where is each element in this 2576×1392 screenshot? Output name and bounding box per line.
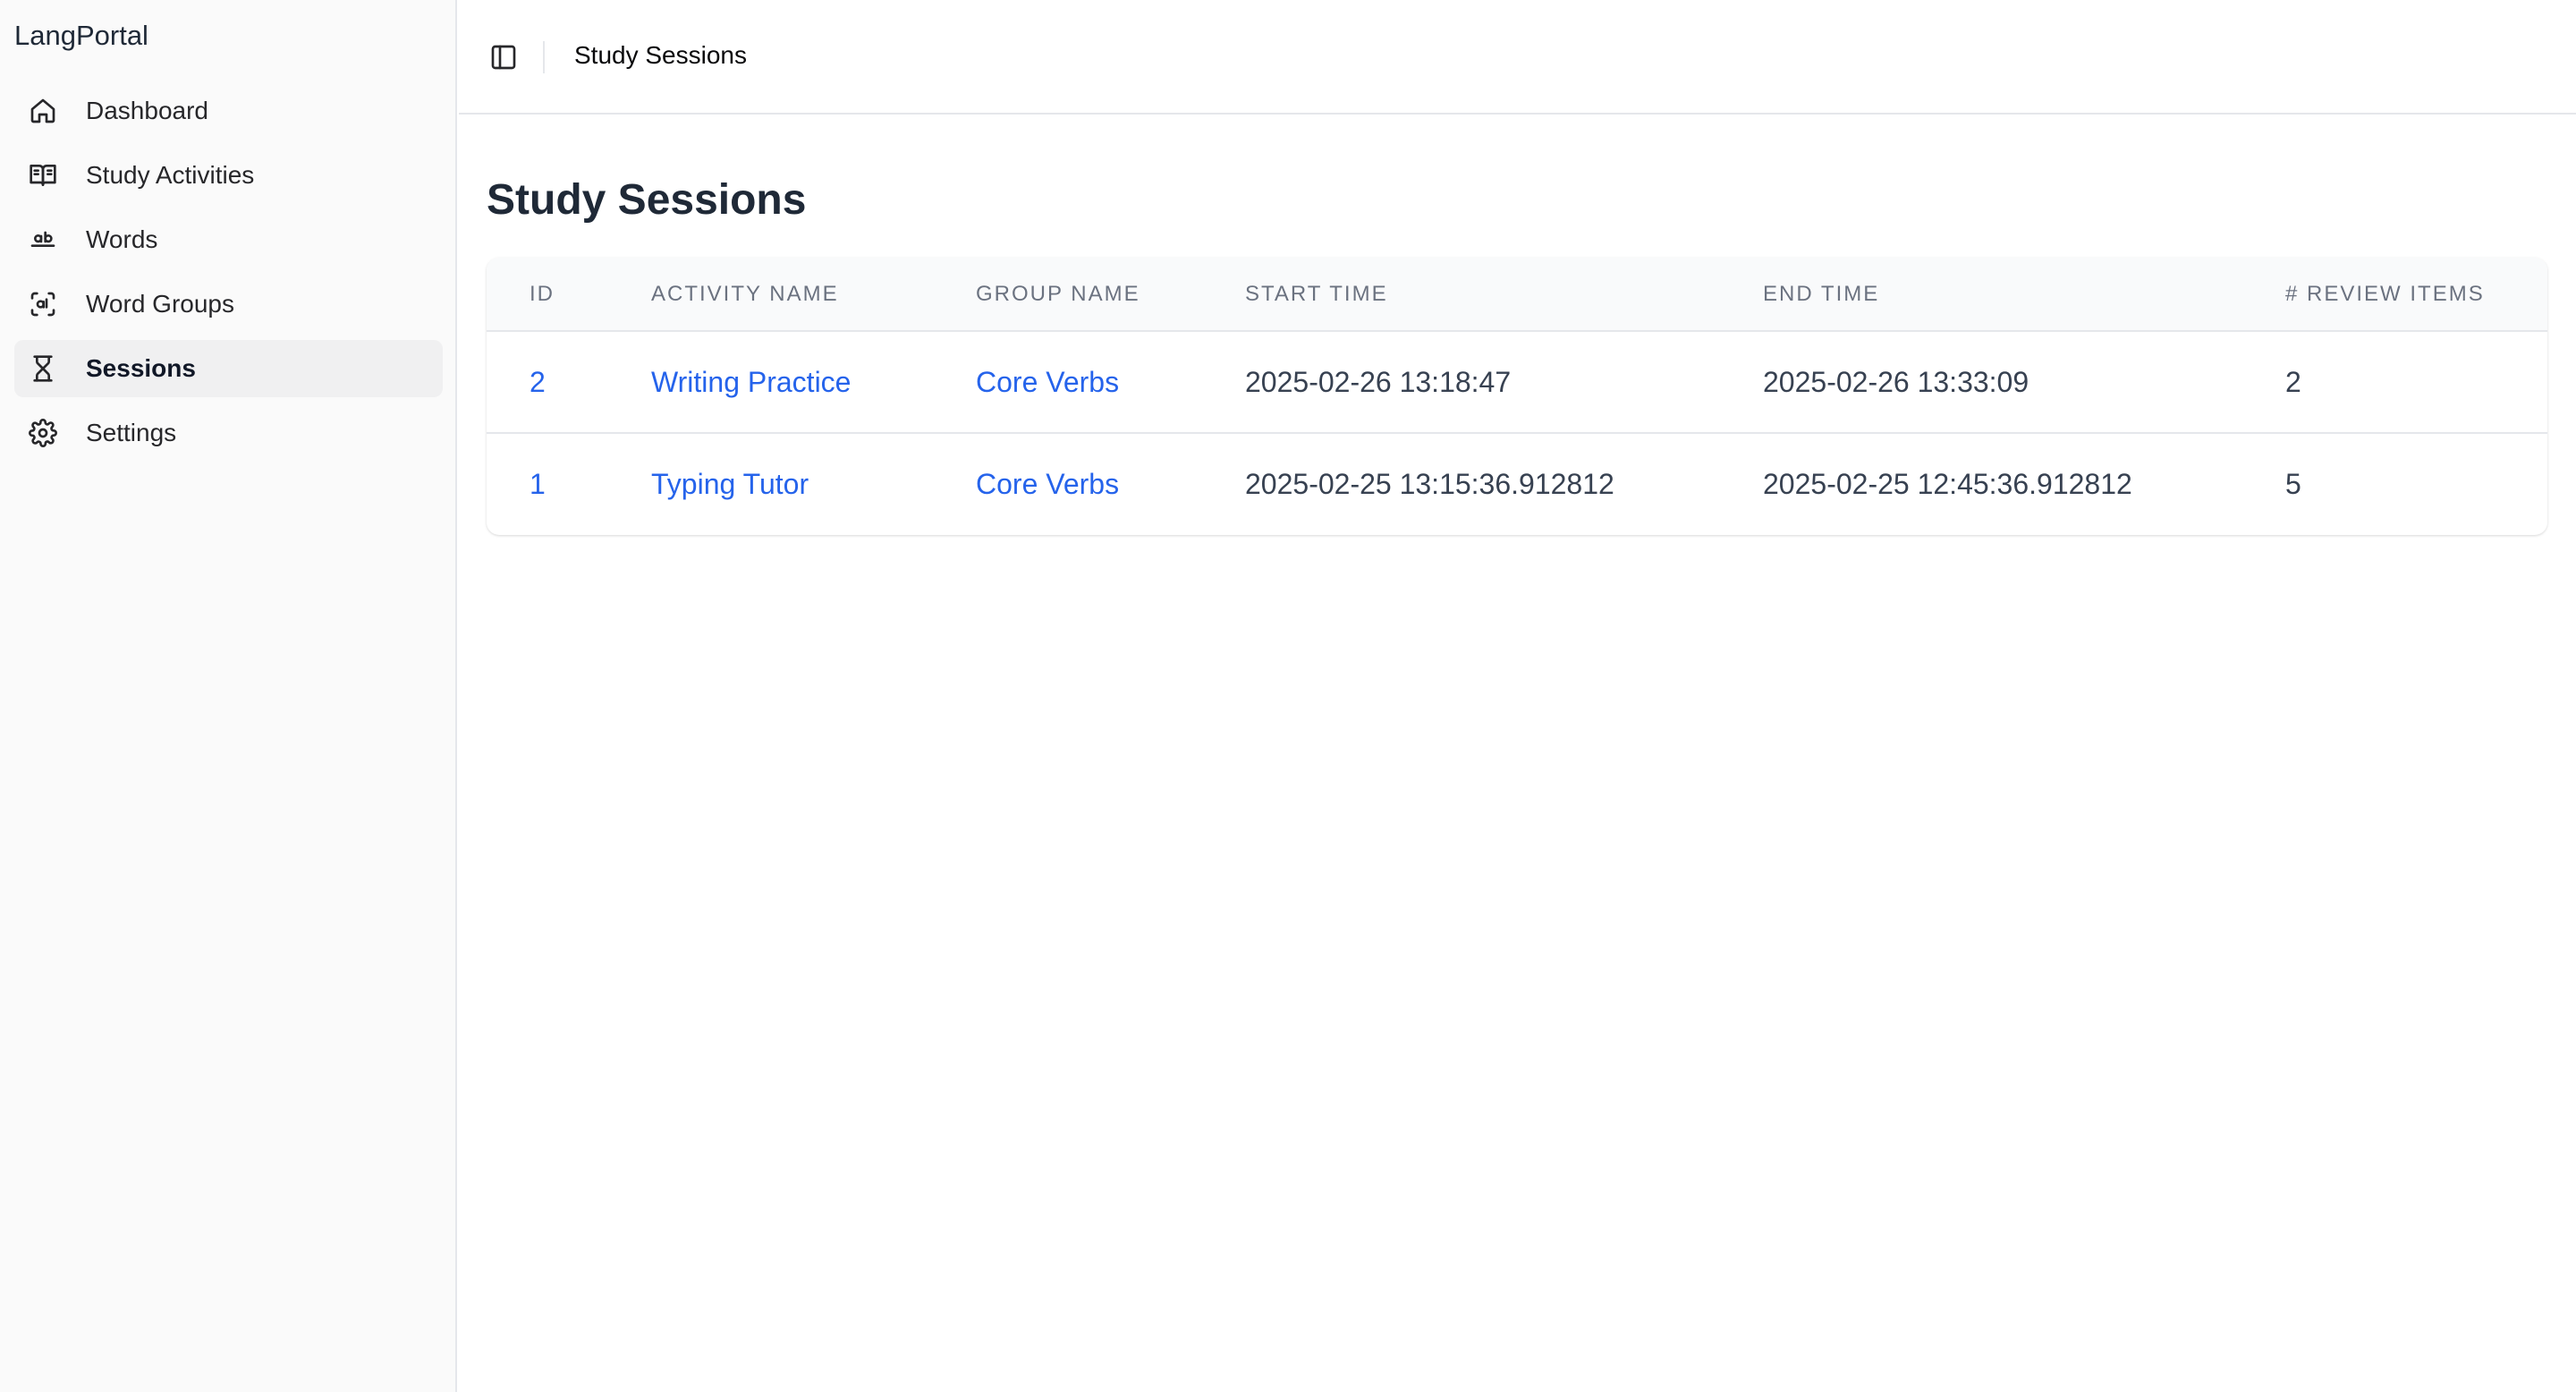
home-icon [29,97,57,125]
sidebar-toggle-button[interactable] [486,39,521,75]
sidebar-item-dashboard[interactable]: Dashboard [14,82,443,140]
column-header-start-time[interactable]: Start Time [1202,258,1720,331]
book-open-icon [29,161,57,190]
hourglass-icon [29,354,57,383]
sidebar-item-label: Sessions [86,354,196,382]
sidebar-item-label: Study Activities [86,161,255,189]
page-title: Study Sessions [487,176,807,224]
end-time-cell: 2025-02-26 13:33:09 [1763,365,2029,398]
column-header-end-time[interactable]: End Time [1720,258,2242,331]
sidebar-item-label: Word Groups [86,290,234,318]
sidebar-item-sessions[interactable]: Sessions [14,340,443,397]
column-header-group-name[interactable]: Group Name [933,258,1202,331]
group-name-link[interactable]: Core Verbs [933,433,1202,535]
alphabet-icon [29,225,57,254]
group-name-link[interactable]: Core Verbs [933,331,1202,433]
start-time-cell: 2025-02-25 13:15:36.912812 [1245,468,1614,500]
top-bar: Study Sessions [459,0,2576,115]
sessions-table: ID Activity Name Group Name Start Time E… [487,258,2547,535]
end-time-cell: 2025-02-25 12:45:36.912812 [1763,468,2132,500]
sidebar-nav: Dashboard Study Activities Words Word Gr… [14,82,443,469]
sidebar: LangPortal Dashboard Study Activities Wo… [0,0,457,1392]
activity-name-link[interactable]: Typing Tutor [608,433,933,535]
sidebar-item-label: Settings [86,419,177,446]
table-row: 1 Typing Tutor Core Verbs 2025-02-25 13:… [487,433,2547,535]
header-separator [543,41,545,73]
gear-icon [29,419,57,447]
table-header-row: ID Activity Name Group Name Start Time E… [487,258,2547,331]
sidebar-item-word-groups[interactable]: Word Groups [14,276,443,333]
sidebar-toggle-icon [489,43,518,72]
app-brand: LangPortal [14,20,148,51]
activity-name-link[interactable]: Writing Practice [608,331,933,433]
sidebar-item-label: Words [86,225,158,253]
column-header-activity-name[interactable]: Activity Name [608,258,933,331]
review-items-cell: 5 [2285,468,2301,500]
start-time-cell: 2025-02-26 13:18:47 [1245,365,1512,398]
sidebar-item-label: Dashboard [86,97,208,124]
review-items-cell: 2 [2285,365,2301,398]
session-id-link[interactable]: 2 [487,331,608,433]
column-header-id[interactable]: ID [487,258,608,331]
sidebar-item-words[interactable]: Words [14,211,443,268]
table-row: 2 Writing Practice Core Verbs 2025-02-26… [487,331,2547,433]
breadcrumb: Study Sessions [574,41,747,69]
sidebar-item-settings[interactable]: Settings [14,404,443,462]
column-header-review-items[interactable]: # Review Items [2242,258,2547,331]
session-id-link[interactable]: 1 [487,433,608,535]
sidebar-item-study-activities[interactable]: Study Activities [14,147,443,204]
sessions-table-card: ID Activity Name Group Name Start Time E… [487,258,2547,535]
scan-text-icon [29,290,57,318]
